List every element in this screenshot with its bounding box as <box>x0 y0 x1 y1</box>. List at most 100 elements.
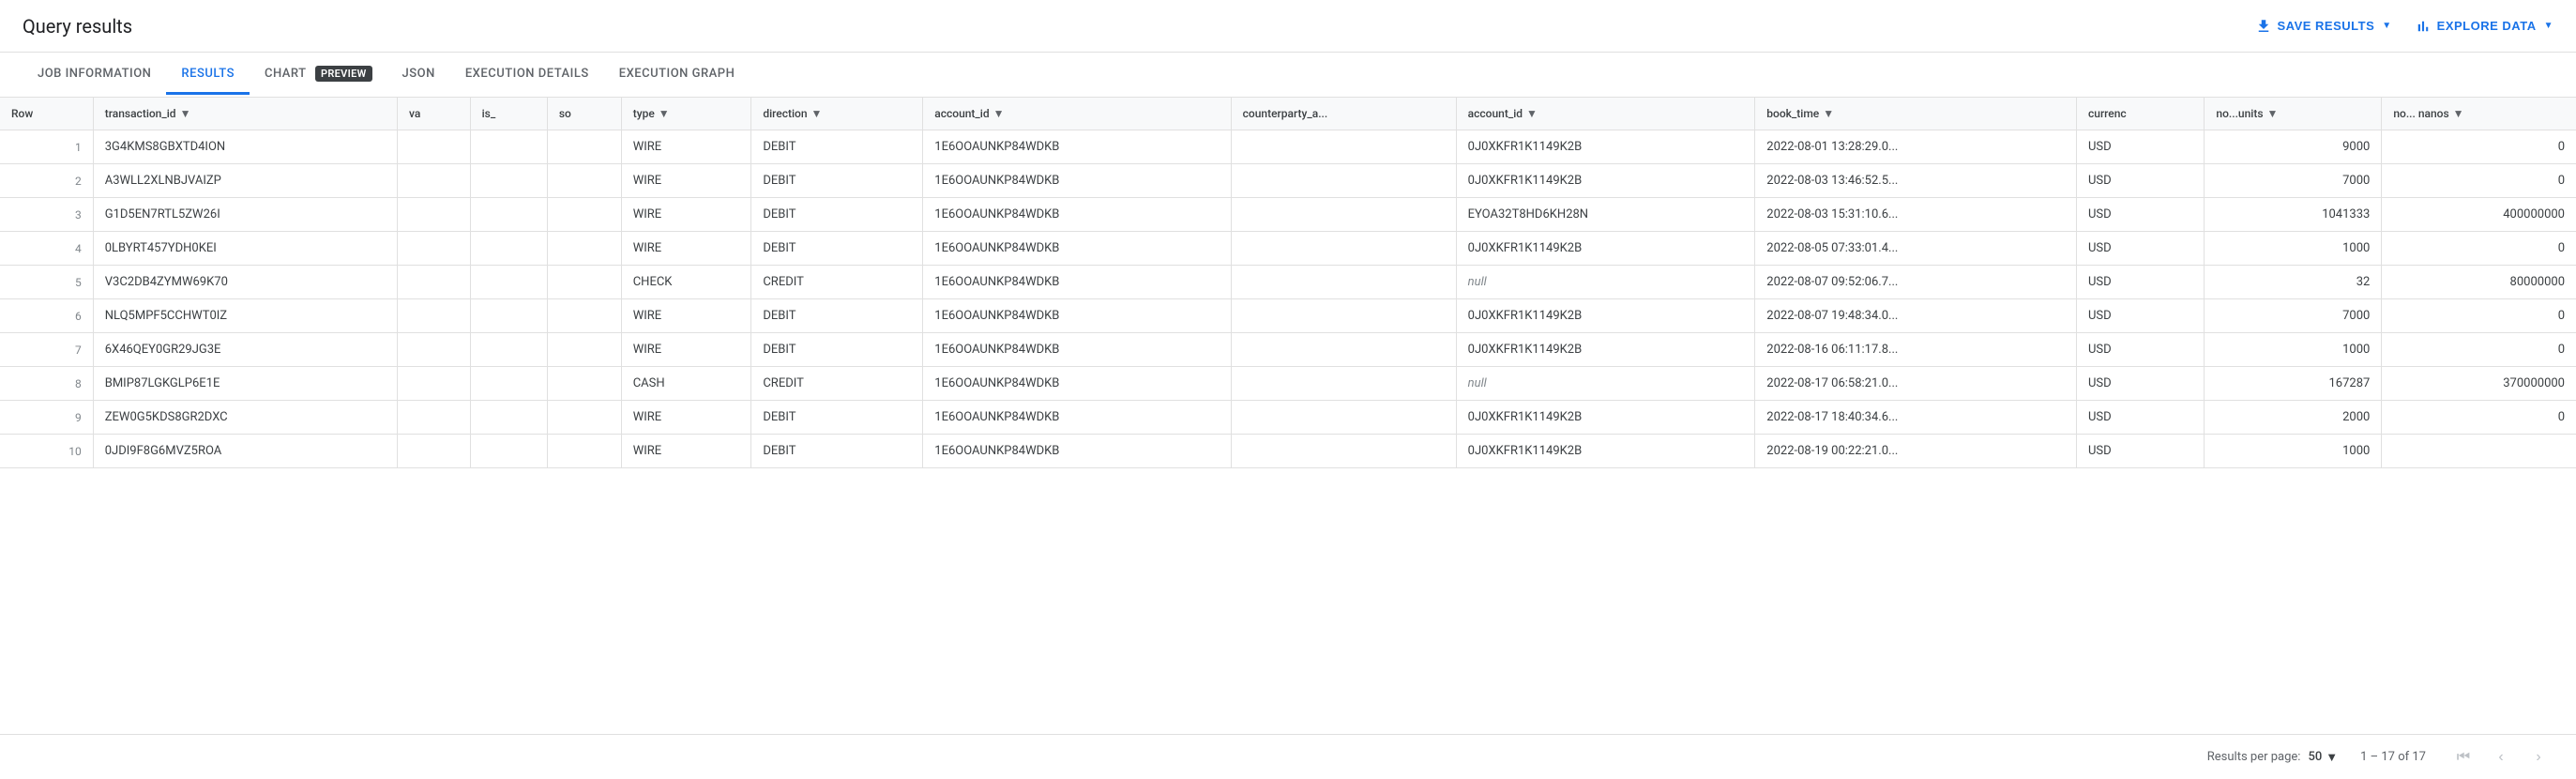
table-cell: 2022-08-16 06:11:17.8... <box>1755 333 2077 367</box>
table-cell: null <box>1456 367 1755 401</box>
col-header-no-nanos[interactable]: no... nanos ▼ <box>2382 98 2576 130</box>
table-cell: 3G4KMS8GBXTD4ION <box>93 130 397 164</box>
explore-data-button[interactable]: EXPLORE DATA ▼ <box>2415 18 2553 35</box>
table-row: 13G4KMS8GBXTD4IONWIREDEBIT1E6OOAUNKP84WD… <box>0 130 2576 164</box>
results-per-page-label: Results per page: <box>2207 750 2301 764</box>
col-header-direction[interactable]: direction ▼ <box>751 98 923 130</box>
table-cell: 1E6OOAUNKP84WDKB <box>923 435 1231 468</box>
table-cell: 1E6OOAUNKP84WDKB <box>923 232 1231 266</box>
table-cell: USD <box>2077 299 2205 333</box>
col-header-va: va <box>398 98 471 130</box>
tab-results[interactable]: RESULTS <box>166 55 250 95</box>
table-cell: 0 <box>2382 130 2576 164</box>
table-header-row: Row transaction_id ▼ va is_ so <box>0 98 2576 130</box>
table-cell: 6X46QEY0GR29JG3E <box>93 333 397 367</box>
col-header-transaction-id[interactable]: transaction_id ▼ <box>93 98 397 130</box>
table-cell <box>2382 435 2576 468</box>
col-header-account-id2[interactable]: account_id ▼ <box>1456 98 1755 130</box>
per-page-select[interactable]: 50 ▼ <box>2308 750 2338 765</box>
header-actions: SAVE RESULTS ▼ EXPLORE DATA ▼ <box>2255 18 2554 35</box>
chart-icon <box>2415 18 2432 35</box>
table-cell <box>547 299 621 333</box>
table-cell: WIRE <box>621 164 751 198</box>
table-cell: 0J0XKFR1K1149K2B <box>1456 299 1755 333</box>
tab-job-information[interactable]: JOB INFORMATION <box>23 55 166 95</box>
table-cell <box>1231 367 1456 401</box>
tab-execution-graph[interactable]: EXECUTION GRAPH <box>604 55 750 95</box>
sort-icon-account-id: ▼ <box>993 107 1005 120</box>
save-results-button[interactable]: SAVE RESULTS ▼ <box>2255 18 2392 35</box>
table-cell: 7000 <box>2205 299 2382 333</box>
table-cell <box>470 232 547 266</box>
table-cell: 0 <box>2382 299 2576 333</box>
table-cell: null <box>1456 266 1755 299</box>
table-cell <box>1231 333 1456 367</box>
table-cell: 2022-08-17 18:40:34.6... <box>1755 401 2077 435</box>
table-cell: WIRE <box>621 333 751 367</box>
table-cell: WIRE <box>621 130 751 164</box>
table-cell <box>547 198 621 232</box>
col-header-so: so <box>547 98 621 130</box>
sort-icon-transaction-id: ▼ <box>180 107 191 120</box>
table-cell: 32 <box>2205 266 2382 299</box>
table-cell: 1E6OOAUNKP84WDKB <box>923 164 1231 198</box>
first-page-button[interactable]: ⏮ <box>2448 742 2478 772</box>
table-cell: 1E6OOAUNKP84WDKB <box>923 198 1231 232</box>
save-icon <box>2255 18 2272 35</box>
table-cell <box>1231 435 1456 468</box>
sort-icon-type: ▼ <box>659 107 670 120</box>
table-cell: 2 <box>0 164 93 198</box>
table-row: 3G1D5EN7RTL5ZW26IWIREDEBIT1E6OOAUNKP84WD… <box>0 198 2576 232</box>
table-row: 6NLQ5MPF5CCHWT0IZWIREDEBIT1E6OOAUNKP84WD… <box>0 299 2576 333</box>
table-cell <box>398 130 471 164</box>
table-cell: 0JDI9F8G6MVZ5ROA <box>93 435 397 468</box>
table-cell <box>398 333 471 367</box>
sort-icon-no-nanos: ▼ <box>2453 107 2464 120</box>
table-cell: USD <box>2077 232 2205 266</box>
col-header-type[interactable]: type ▼ <box>621 98 751 130</box>
next-page-button[interactable]: › <box>2523 742 2553 772</box>
table-cell: DEBIT <box>751 232 923 266</box>
table-cell: DEBIT <box>751 333 923 367</box>
table-cell <box>1231 401 1456 435</box>
table-cell: USD <box>2077 333 2205 367</box>
table-cell: 3 <box>0 198 93 232</box>
col-header-account-id[interactable]: account_id ▼ <box>923 98 1231 130</box>
col-header-counterparty: counterparty_a... <box>1231 98 1456 130</box>
table-cell: 1E6OOAUNKP84WDKB <box>923 130 1231 164</box>
col-header-book-time[interactable]: book_time ▼ <box>1755 98 2077 130</box>
save-results-label: SAVE RESULTS <box>2278 19 2375 33</box>
preview-badge: PREVIEW <box>315 66 372 82</box>
table-cell: 6 <box>0 299 93 333</box>
table-cell: 4 <box>0 232 93 266</box>
tab-json[interactable]: JSON <box>387 55 450 95</box>
table-cell: 1E6OOAUNKP84WDKB <box>923 401 1231 435</box>
tab-execution-details[interactable]: EXECUTION DETAILS <box>450 55 604 95</box>
table-cell <box>398 367 471 401</box>
table-cell: CREDIT <box>751 266 923 299</box>
table-cell: 1E6OOAUNKP84WDKB <box>923 333 1231 367</box>
table-cell <box>398 401 471 435</box>
table-cell: 0 <box>2382 333 2576 367</box>
table-cell <box>547 130 621 164</box>
col-header-no-units[interactable]: no...units ▼ <box>2205 98 2382 130</box>
col-header-currency: currenc <box>2077 98 2205 130</box>
table-cell: 1 <box>0 130 93 164</box>
prev-page-button[interactable]: ‹ <box>2486 742 2516 772</box>
results-table-container: Row transaction_id ▼ va is_ so <box>0 98 2576 734</box>
col-header-is: is_ <box>470 98 547 130</box>
table-cell <box>547 367 621 401</box>
table-cell <box>547 164 621 198</box>
table-cell: 8 <box>0 367 93 401</box>
table-cell: 167287 <box>2205 367 2382 401</box>
table-cell: USD <box>2077 266 2205 299</box>
explore-data-label: EXPLORE DATA <box>2437 19 2537 33</box>
table-cell: DEBIT <box>751 198 923 232</box>
tabs-container: JOB INFORMATION RESULTS CHART PREVIEW JS… <box>0 53 2576 98</box>
table-cell: WIRE <box>621 435 751 468</box>
page-title: Query results <box>23 15 132 38</box>
table-cell <box>547 435 621 468</box>
tab-chart[interactable]: CHART PREVIEW <box>250 54 387 96</box>
table-cell <box>1231 232 1456 266</box>
per-page-value: 50 <box>2308 750 2322 764</box>
